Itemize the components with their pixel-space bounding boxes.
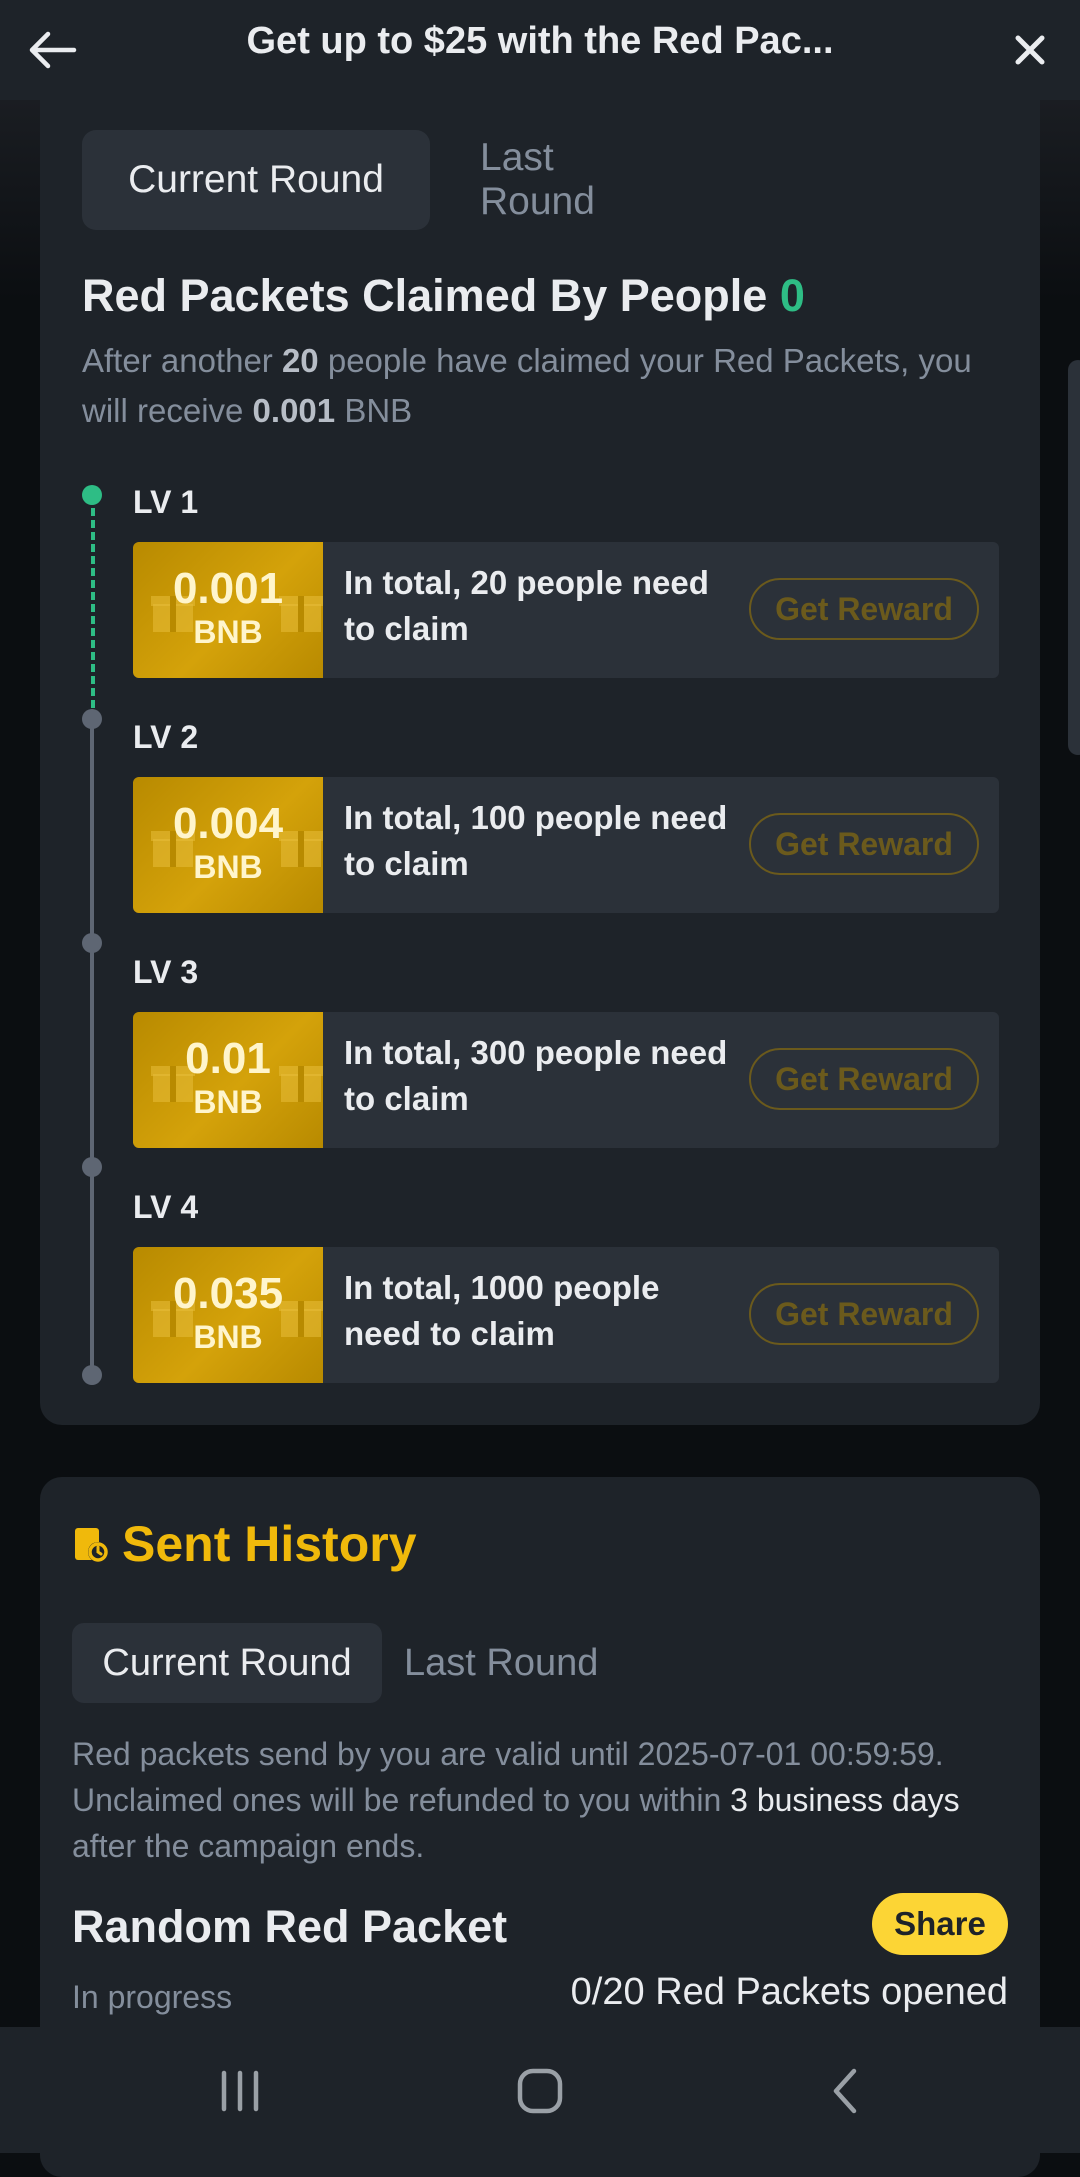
close-icon[interactable]	[1006, 26, 1054, 74]
tab-current-round[interactable]: Current Round	[72, 1623, 382, 1703]
packet-unit: BNB	[193, 1319, 263, 1355]
desc-unit: BNB	[344, 392, 413, 429]
tab-current-round[interactable]: Current Round	[82, 130, 430, 230]
level-requirement: In total, 100 people need to claim	[344, 799, 728, 882]
recents-icon[interactable]	[210, 2063, 270, 2119]
desc-people: 20	[281, 342, 319, 379]
level-label: LV 1	[133, 484, 199, 520]
level-label: LV 3	[133, 954, 199, 990]
desc-amount: 0.001	[252, 392, 336, 429]
packet-amount: 0.035	[172, 1269, 284, 1318]
level-requirement: In total, 300 people need to claim	[344, 1034, 728, 1117]
level-row-4: 0.035 BNB In total, 1000 people need to …	[133, 1247, 999, 1383]
packet-unit: BNB	[193, 849, 263, 885]
desc-part2: after the campaign ends.	[72, 1828, 425, 1864]
timeline-progress-line	[91, 496, 95, 720]
timeline-line	[90, 720, 94, 1375]
share-button[interactable]: Share	[872, 1893, 1008, 1955]
system-nav-bar	[0, 2027, 1080, 2153]
level-row-1: 0.001 BNB In total, 20 people need to cl…	[133, 542, 999, 678]
packet-unit: BNB	[193, 1084, 263, 1120]
timeline-dot-lv4	[82, 1157, 102, 1177]
timeline-dot-lv2	[82, 709, 102, 729]
invite-progress-card: Current Round Last Round Red Packets Cla…	[40, 100, 1040, 1425]
opened-count: 0/20 Red Packets opened	[570, 1971, 1008, 2013]
scrollbar-thumb[interactable]	[1068, 360, 1080, 755]
random-red-packet-title: Random Red Packet	[72, 1901, 508, 1952]
packet-amount: 0.01	[185, 1034, 271, 1083]
level-requirement: In total, 20 people need to claim	[344, 564, 709, 647]
get-reward-button[interactable]: Get Reward	[749, 578, 979, 640]
desc-prefix: After another	[82, 342, 273, 379]
status-label: In progress	[72, 1979, 233, 2015]
level-label: LV 4	[133, 1189, 199, 1225]
arrow-left-icon[interactable]	[26, 24, 78, 76]
get-reward-button[interactable]: Get Reward	[749, 1048, 979, 1110]
level-label: LV 2	[133, 719, 199, 755]
history-icon	[75, 1528, 108, 1562]
get-reward-button[interactable]: Get Reward	[749, 1283, 979, 1345]
home-icon[interactable]	[510, 2063, 570, 2119]
top-bar: Get up to $25 with the Red Pac...	[0, 0, 1080, 100]
level-requirement: In total, 1000 people need to claim	[344, 1269, 660, 1352]
desc-highlight: 3 business days	[730, 1782, 960, 1818]
red-packet-badge: 0.004 BNB	[133, 777, 323, 913]
timeline-dot-lv1	[82, 485, 102, 505]
tab-last-round[interactable]: Last Round	[480, 130, 595, 230]
claimed-description: After another 20 people have claimed you…	[82, 336, 1002, 436]
get-reward-button[interactable]: Get Reward	[749, 813, 979, 875]
packet-amount: 0.001	[172, 564, 284, 613]
claimed-title-text: Red Packets Claimed By People	[82, 270, 768, 321]
sent-history-description: Red packets send by you are valid until …	[72, 1731, 1022, 1869]
sent-history-title: Sent History	[122, 1516, 417, 1572]
claimed-title: Red Packets Claimed By People 0	[82, 270, 805, 322]
claimed-count: 0	[779, 270, 805, 321]
level-row-3: 0.01 BNB In total, 300 people need to cl…	[133, 1012, 999, 1148]
packet-unit: BNB	[193, 614, 263, 650]
timeline-dot-end	[82, 1365, 102, 1385]
red-packet-badge: 0.035 BNB	[133, 1247, 323, 1383]
sent-history-header: Sent History	[72, 1515, 417, 1573]
timeline-dot-lv3	[82, 933, 102, 953]
chevron-left-icon[interactable]	[816, 2063, 876, 2119]
tab-last-round[interactable]: Last Round	[404, 1623, 598, 1703]
page-title: Get up to $25 with the Red Pac...	[246, 20, 834, 62]
packet-amount: 0.004	[172, 799, 284, 848]
level-row-2: 0.004 BNB In total, 100 people need to c…	[133, 777, 999, 913]
red-packet-badge: 0.001 BNB	[133, 542, 323, 678]
red-packet-badge: 0.01 BNB	[133, 1012, 323, 1148]
